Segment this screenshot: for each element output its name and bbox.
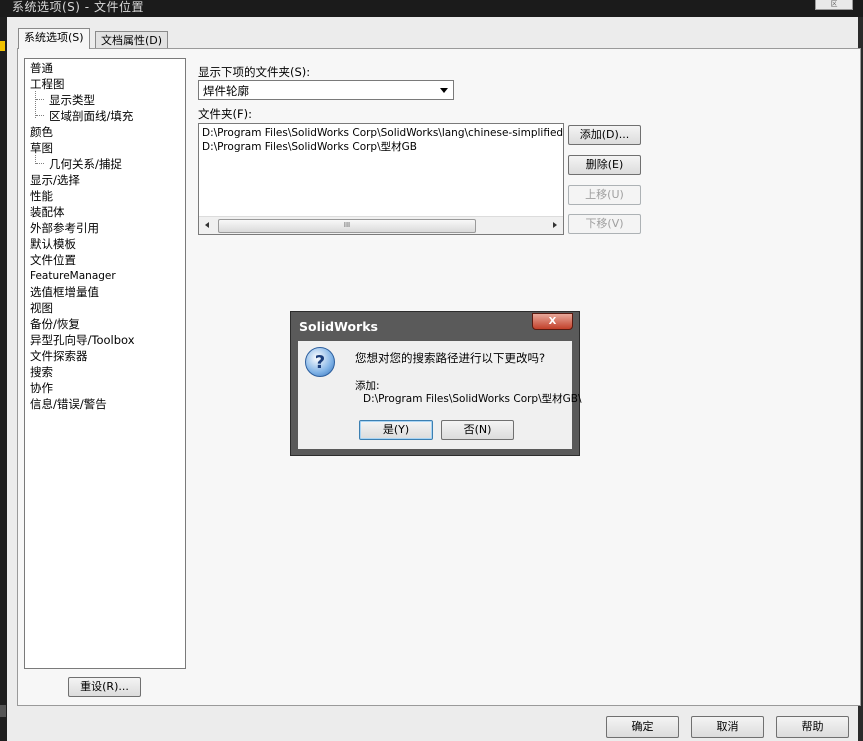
tree-item-general[interactable]: 普通 xyxy=(30,60,53,76)
folder-list-item[interactable]: D:\Program Files\SolidWorks Corp\SolidWo… xyxy=(202,126,563,140)
tree-item-spin-box-increments[interactable]: 选值框增量值 xyxy=(30,284,99,300)
scrollbar-thumb[interactable]: III xyxy=(218,219,476,233)
window-title: 系统选项(S) - 文件位置 xyxy=(12,0,144,14)
tree-item-featuremanager[interactable]: FeatureManager xyxy=(30,268,116,284)
tree-item-collaboration[interactable]: 协作 xyxy=(30,380,53,396)
tree-connector xyxy=(35,91,36,118)
dialog-path: D:\Program Files\SolidWorks Corp\型材GB\ xyxy=(363,393,582,405)
folders-label: 文件夹(F): xyxy=(198,107,252,121)
dialog-close-button[interactable]: X xyxy=(532,313,573,330)
background-marker xyxy=(0,705,6,717)
dialog-title: SolidWorks xyxy=(299,319,378,334)
show-folders-selected: 焊件轮廓 xyxy=(203,84,249,98)
dialog-question: 您想对您的搜索路径进行以下更改吗? xyxy=(355,351,546,365)
confirm-dialog: SolidWorks X ? 您想对您的搜索路径进行以下更改吗? 添加: D:\… xyxy=(290,311,582,456)
tree-item-hole-wizard-toolbox[interactable]: 异型孔向导/Toolbox xyxy=(30,332,135,348)
tab-system-options[interactable]: 系统选项(S) xyxy=(18,28,90,49)
tree-item-backup-recover[interactable]: 备份/恢复 xyxy=(30,316,80,332)
tree-connector xyxy=(36,99,44,100)
delete-folder-button[interactable]: 删除(E) xyxy=(568,155,641,175)
tree-item-display-selection[interactable]: 显示/选择 xyxy=(30,172,80,188)
tree-item-display-style[interactable]: 显示类型 xyxy=(49,92,95,108)
tree-item-view[interactable]: 视图 xyxy=(30,300,53,316)
tree-connector xyxy=(36,115,44,116)
tree-item-sketch[interactable]: 草图 xyxy=(30,140,53,156)
cancel-button[interactable]: 取消 xyxy=(691,716,764,738)
chevron-down-icon[interactable] xyxy=(440,88,448,93)
scroll-left-arrow-icon[interactable] xyxy=(205,222,209,228)
folders-list[interactable]: D:\Program Files\SolidWorks Corp\SolidWo… xyxy=(198,123,564,235)
move-up-button[interactable]: 上移(U) xyxy=(568,185,641,205)
tree-item-external-references[interactable]: 外部参考引用 xyxy=(30,220,99,236)
tree-item-file-locations[interactable]: 文件位置 xyxy=(30,252,76,268)
tree-item-messages-errors-warnings[interactable]: 信息/错误/警告 xyxy=(30,396,107,412)
show-folders-dropdown[interactable]: 焊件轮廓 xyxy=(198,80,454,100)
ok-button[interactable]: 确定 xyxy=(606,716,679,738)
show-folders-label: 显示下项的文件夹(S): xyxy=(198,65,311,79)
dialog-body: ? 您想对您的搜索路径进行以下更改吗? 添加: D:\Program Files… xyxy=(298,341,582,449)
window-close-button[interactable]: 区 xyxy=(815,0,853,10)
tree-item-colors[interactable]: 颜色 xyxy=(30,124,53,140)
tree-connector xyxy=(36,163,44,164)
tree-item-relations-snaps[interactable]: 几何关系/捕捉 xyxy=(49,156,122,172)
scroll-right-arrow-icon[interactable] xyxy=(553,222,557,228)
left-background-strip xyxy=(0,17,7,741)
move-down-button[interactable]: 下移(V) xyxy=(568,214,641,234)
window-titlebar: 系统选项(S) - 文件位置 区 xyxy=(0,0,863,17)
horizontal-scrollbar[interactable]: III xyxy=(199,216,563,234)
add-folder-button[interactable]: 添加(D)... xyxy=(568,125,641,145)
tree-item-area-hatch[interactable]: 区域剖面线/填充 xyxy=(49,108,133,124)
tree-item-default-templates[interactable]: 默认模板 xyxy=(30,236,76,252)
yes-button[interactable]: 是(Y) xyxy=(359,420,433,440)
tree-item-file-explorer[interactable]: 文件探索器 xyxy=(30,348,88,364)
tree-item-drawings[interactable]: 工程图 xyxy=(30,76,65,92)
folder-list-item[interactable]: D:\Program Files\SolidWorks Corp\型材GB xyxy=(202,140,417,154)
no-button[interactable]: 否(N) xyxy=(441,420,514,440)
tree-item-assemblies[interactable]: 装配体 xyxy=(30,204,65,220)
help-button[interactable]: 帮助 xyxy=(776,716,849,738)
options-tree[interactable]: 普通 工程图 显示类型 区域剖面线/填充 颜色 草图 几何关系/捕捉 显示/选择… xyxy=(24,58,186,669)
question-icon: ? xyxy=(305,347,335,377)
tab-document-properties[interactable]: 文档属性(D) xyxy=(95,31,169,49)
reset-button[interactable]: 重设(R)... xyxy=(68,677,141,697)
tree-item-search[interactable]: 搜索 xyxy=(30,364,53,380)
tree-item-performance[interactable]: 性能 xyxy=(30,188,53,204)
background-marker xyxy=(0,41,5,51)
